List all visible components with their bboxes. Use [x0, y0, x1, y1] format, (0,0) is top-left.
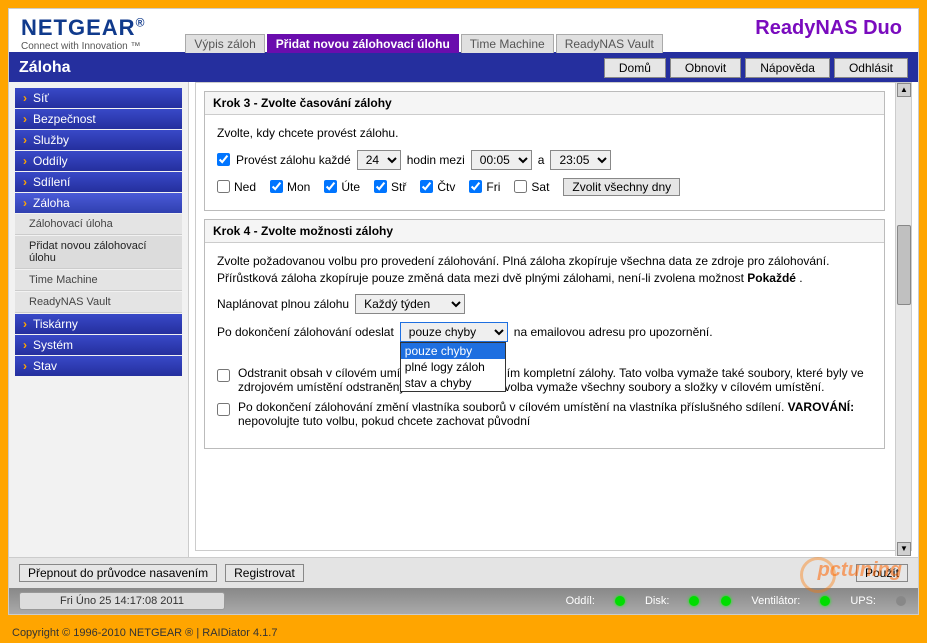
- status-ups-label: UPS:: [850, 595, 876, 607]
- day-sat-checkbox[interactable]: [514, 180, 527, 193]
- day-ute-checkbox[interactable]: [324, 180, 337, 193]
- time-to-select[interactable]: 23:05: [550, 150, 611, 170]
- send-post-label: na emailovou adresu pro upozornění.: [514, 325, 713, 339]
- day-mon-checkbox[interactable]: [270, 180, 283, 193]
- tab-add-backup-job[interactable]: Přidat novou zálohovací úlohu: [267, 34, 459, 53]
- delete-target-text: Odstranit obsah v cílovém umístění před …: [238, 366, 872, 394]
- step4-section: Krok 4 - Zvolte možnosti zálohy Zvolte p…: [204, 219, 885, 450]
- vertical-scrollbar[interactable]: ▲ ▼: [895, 83, 911, 556]
- send-option-full-logs[interactable]: plné logy záloh: [401, 359, 505, 375]
- send-option-errors-only[interactable]: pouze chyby: [401, 343, 505, 359]
- header: NETGEAR® Connect with Innovation ™ Výpis…: [9, 9, 918, 54]
- day-mon-label: Mon: [287, 180, 310, 194]
- every-label: Provést zálohu každé: [236, 153, 351, 167]
- nav-sub-add-backup[interactable]: Přidat novou zálohovací úlohu: [15, 236, 182, 269]
- ups-led: [896, 596, 906, 606]
- nav-sub-backup-job[interactable]: Zálohovací úloha: [15, 214, 182, 235]
- step3-title: Krok 3 - Zvolte časování zálohy: [205, 92, 884, 115]
- register-button[interactable]: Registrovat: [225, 564, 304, 582]
- volume-led: [615, 596, 625, 606]
- disk-led-1: [689, 596, 699, 606]
- step4-description: Zvolte požadovanou volbu pro provedení z…: [217, 253, 872, 287]
- status-bar: Fri Úno 25 14:17:08 2011 Oddíl: Disk: Ve…: [9, 588, 918, 614]
- fan-led: [820, 596, 830, 606]
- change-owner-checkbox[interactable]: [217, 403, 230, 416]
- interval-select[interactable]: 24: [357, 150, 401, 170]
- step4-title: Krok 4 - Zvolte možnosti zálohy: [205, 220, 884, 243]
- day-ned-label: Ned: [234, 180, 256, 194]
- day-ute-label: Úte: [341, 180, 360, 194]
- day-fri-label: Fri: [486, 180, 500, 194]
- tab-backup-list[interactable]: Výpis záloh: [185, 34, 264, 53]
- tab-readynas-vault[interactable]: ReadyNAS Vault: [556, 34, 663, 53]
- scroll-thumb[interactable]: [897, 225, 911, 305]
- plan-label: Naplánovat plnou zálohu: [217, 297, 349, 311]
- copyright: Copyright © 1996-2010 NETGEAR ® | RAIDia…: [0, 623, 927, 643]
- nav-network[interactable]: Síť: [15, 88, 182, 108]
- day-ctv-label: Čtv: [437, 180, 455, 194]
- sidebar: Síť Bezpečnost Služby Oddíly Sdílení Zál…: [9, 82, 189, 557]
- switch-to-wizard-button[interactable]: Přepnout do průvodce nasavením: [19, 564, 217, 582]
- logout-button[interactable]: Odhlásit: [834, 58, 908, 78]
- day-str-label: Stř: [391, 180, 406, 194]
- scroll-area[interactable]: Krok 3 - Zvolte časování zálohy Zvolte, …: [195, 82, 912, 551]
- select-all-days-button[interactable]: Zvolit všechny dny: [563, 178, 680, 196]
- refresh-button[interactable]: Obnovit: [670, 58, 741, 78]
- product-name: ReadyNAS Duo: [755, 17, 902, 40]
- nav-security[interactable]: Bezpečnost: [15, 109, 182, 129]
- day-fri-checkbox[interactable]: [469, 180, 482, 193]
- status-fan-label: Ventilátor:: [751, 595, 800, 607]
- content-area: Krok 3 - Zvolte časování zálohy Zvolte, …: [189, 82, 918, 557]
- brand-logo: NETGEAR® Connect with Innovation ™: [21, 15, 145, 52]
- perform-backup-checkbox[interactable]: [217, 153, 230, 166]
- send-dropdown-list[interactable]: pouze chyby plné logy záloh stav a chyby: [400, 342, 506, 392]
- page-title: Záloha: [19, 59, 600, 77]
- day-ctv-checkbox[interactable]: [420, 180, 433, 193]
- nav-volumes[interactable]: Oddíly: [15, 151, 182, 171]
- nav-shares[interactable]: Sdílení: [15, 172, 182, 192]
- full-backup-schedule-select[interactable]: Každý týden: [355, 294, 465, 314]
- scroll-up-arrow[interactable]: ▲: [897, 83, 911, 97]
- hours-between-label: hodin mezi: [407, 153, 465, 167]
- footer-bar: Přepnout do průvodce nasavením Registrov…: [9, 557, 918, 588]
- tab-time-machine[interactable]: Time Machine: [461, 34, 554, 53]
- subheader: Záloha Domů Obnovit Nápověda Odhlásit: [9, 54, 918, 82]
- send-on-complete-select[interactable]: pouze chyby: [400, 322, 508, 342]
- nav-backup[interactable]: Záloha: [15, 193, 182, 213]
- main-tabs: Výpis záloh Přidat novou zálohovací úloh…: [185, 34, 662, 53]
- home-button[interactable]: Domů: [604, 58, 666, 78]
- nav-services[interactable]: Služby: [15, 130, 182, 150]
- time-from-select[interactable]: 00:05: [471, 150, 532, 170]
- day-str-checkbox[interactable]: [374, 180, 387, 193]
- change-owner-text: Po dokončení zálohování změní vlastníka …: [238, 400, 872, 428]
- send-option-status-errors[interactable]: stav a chyby: [401, 375, 505, 391]
- step3-section: Krok 3 - Zvolte časování zálohy Zvolte, …: [204, 91, 885, 211]
- day-sat-label: Sat: [531, 180, 549, 194]
- apply-button[interactable]: Použít: [856, 564, 908, 582]
- status-volume-label: Oddíl:: [566, 595, 595, 607]
- delete-target-checkbox[interactable]: [217, 369, 230, 382]
- day-ned-checkbox[interactable]: [217, 180, 230, 193]
- timestamp: Fri Úno 25 14:17:08 2011: [19, 592, 225, 610]
- nav-sub-time-machine[interactable]: Time Machine: [15, 270, 182, 291]
- help-button[interactable]: Nápověda: [745, 58, 830, 78]
- nav-printers[interactable]: Tiskárny: [15, 314, 182, 334]
- nav-sub-readynas-vault[interactable]: ReadyNAS Vault: [15, 292, 182, 313]
- disk-led-2: [721, 596, 731, 606]
- status-disk-label: Disk:: [645, 595, 669, 607]
- scroll-down-arrow[interactable]: ▼: [897, 542, 911, 556]
- send-pre-label: Po dokončení zálohování odeslat: [217, 325, 394, 339]
- step3-intro: Zvolte, kdy chcete provést zálohu.: [217, 125, 872, 142]
- nav-status[interactable]: Stav: [15, 356, 182, 376]
- and-label: a: [538, 153, 545, 167]
- nav-system[interactable]: Systém: [15, 335, 182, 355]
